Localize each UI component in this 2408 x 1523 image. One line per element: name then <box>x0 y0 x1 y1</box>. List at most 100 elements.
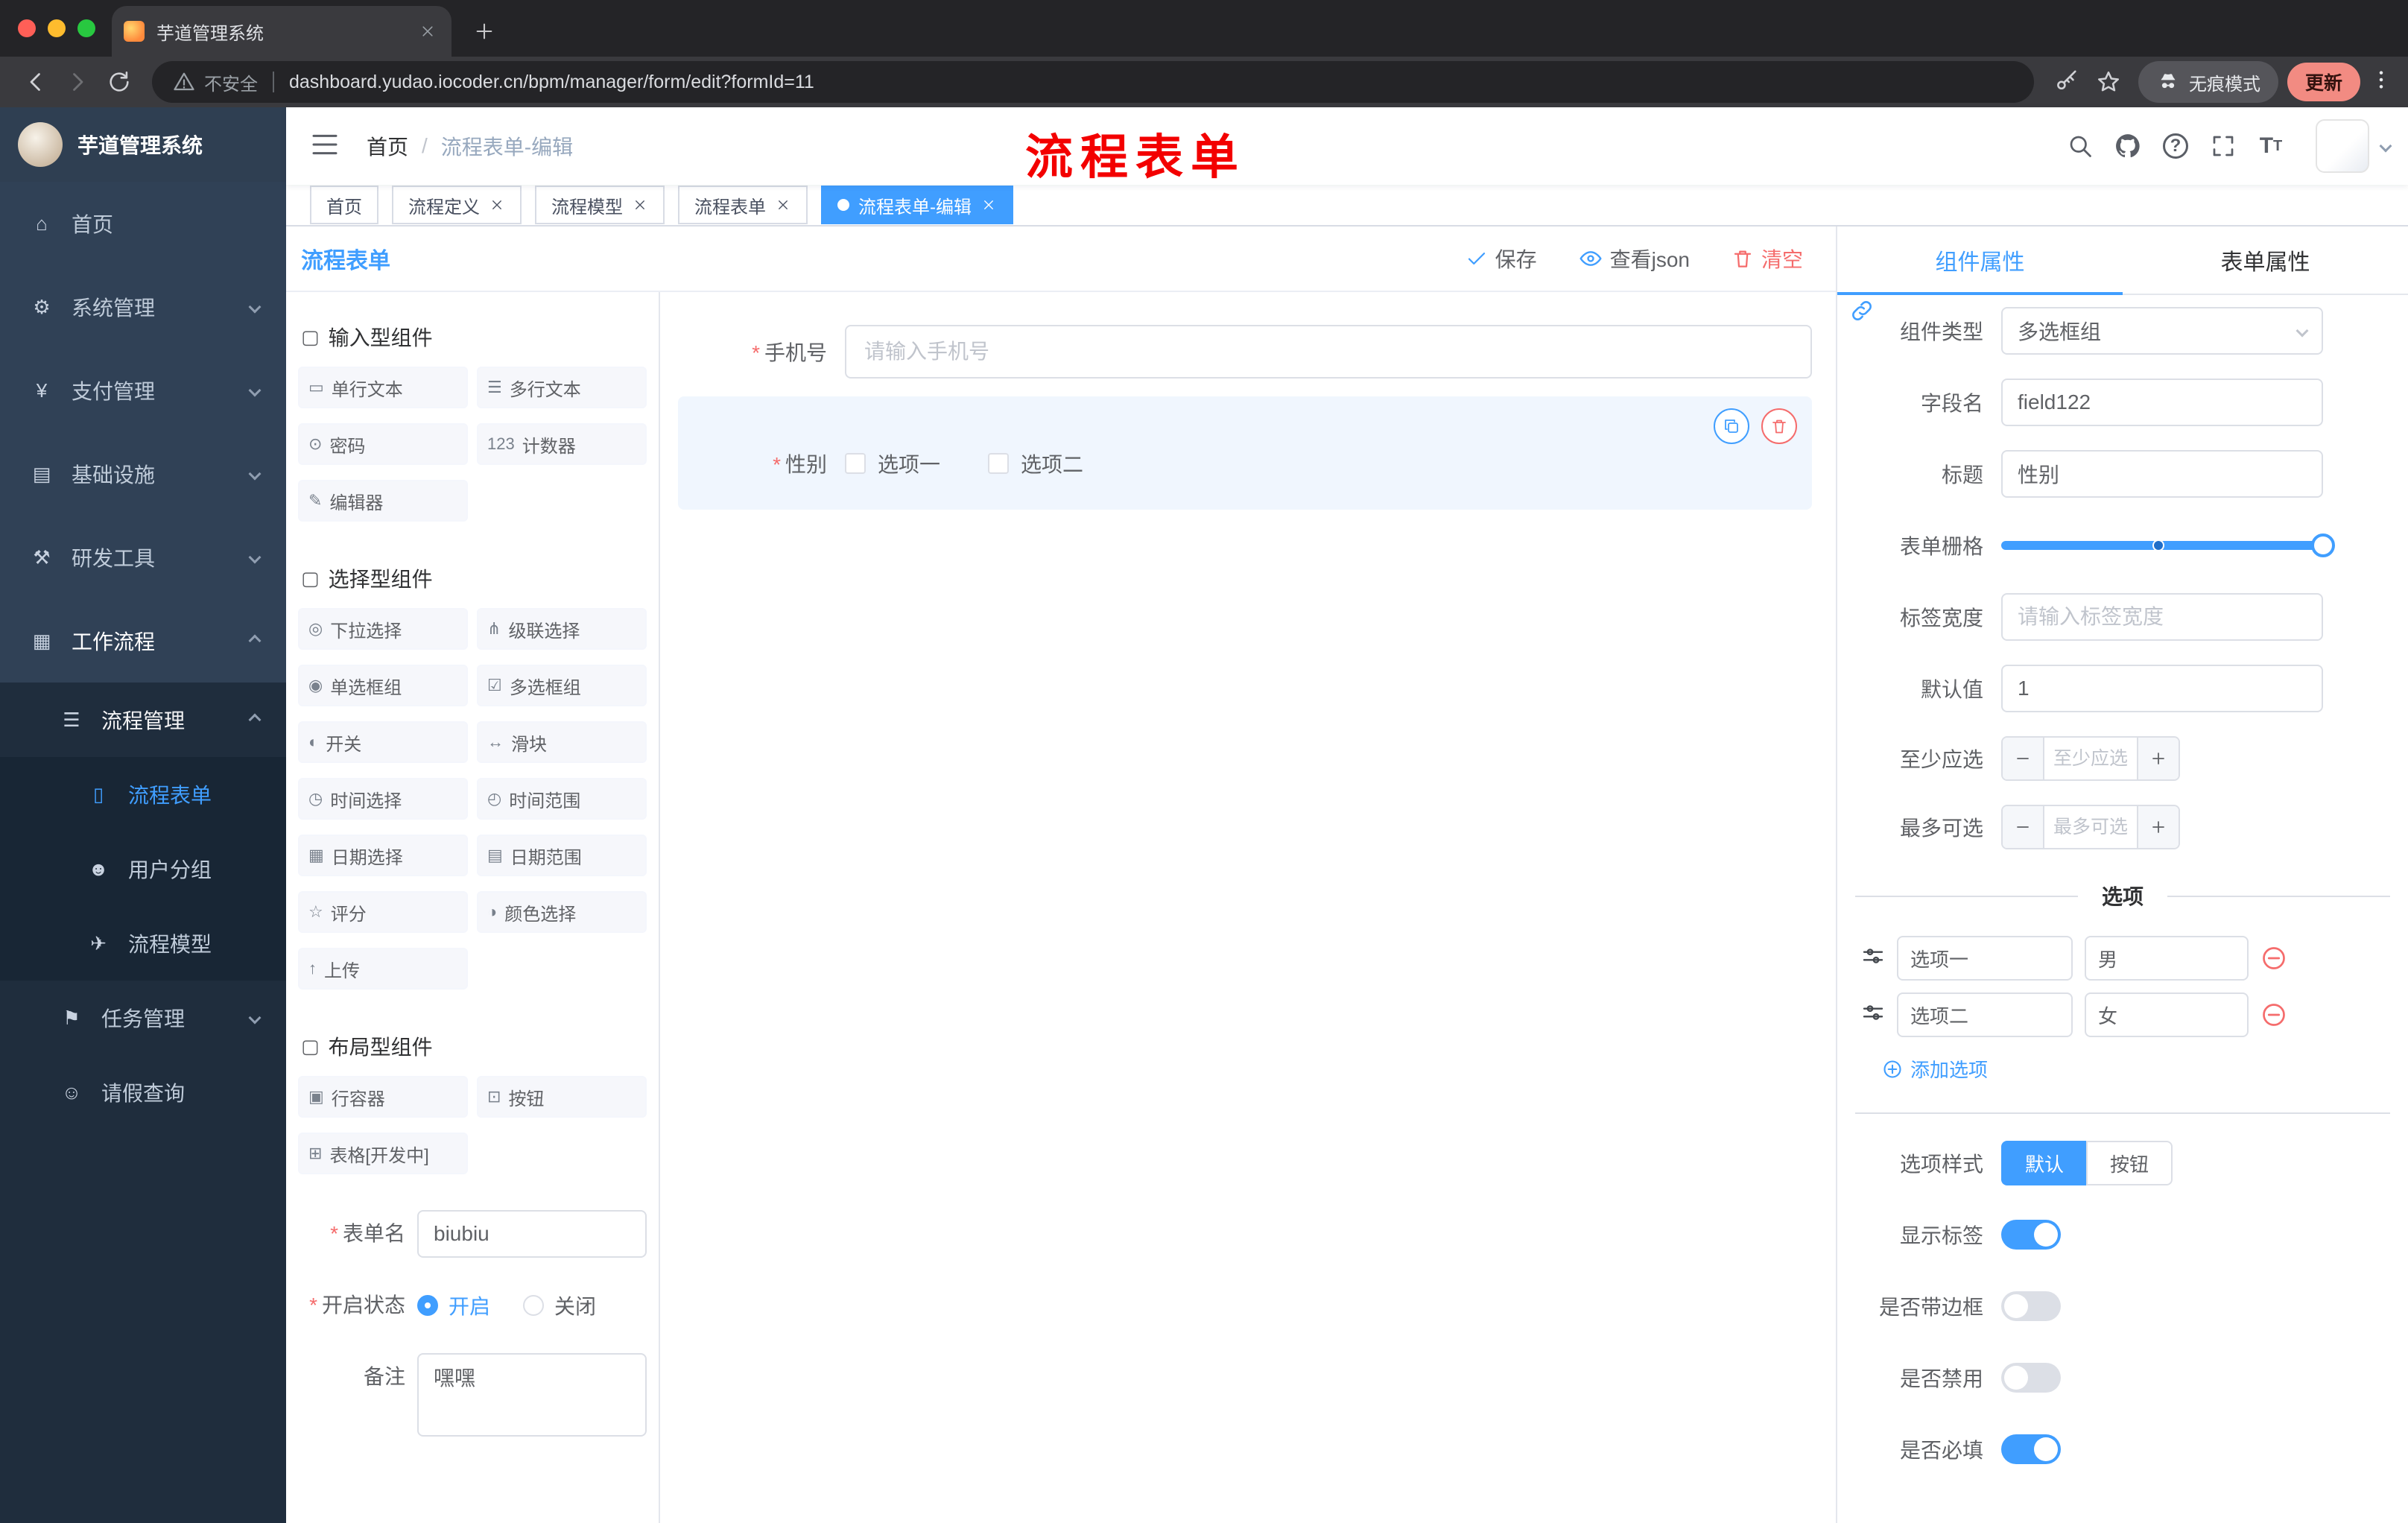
sidebar-collapse-icon[interactable] <box>310 130 343 162</box>
field-name-input[interactable] <box>2001 379 2323 426</box>
palette-item-time-range[interactable]: ◴ 时间范围 <box>477 778 647 820</box>
option-label-input[interactable] <box>1897 936 2073 981</box>
window-minimize-button[interactable] <box>48 19 66 37</box>
window-close-button[interactable] <box>18 19 36 37</box>
tag-close-icon[interactable] <box>775 197 791 213</box>
border-switch[interactable] <box>2001 1291 2061 1321</box>
sidebar-item-home[interactable]: ⌂ 首页 <box>0 182 286 265</box>
disabled-switch[interactable] <box>2001 1363 2061 1393</box>
tab-form-props[interactable]: 表单属性 <box>2123 227 2408 294</box>
reload-button[interactable] <box>98 61 140 103</box>
tag-process-form[interactable]: 流程表单 <box>678 186 808 224</box>
sidebar-item-devtools[interactable]: ⚒ 研发工具 <box>0 516 286 599</box>
palette-item-upload[interactable]: ↑ 上传 <box>298 948 468 990</box>
palette-item-password[interactable]: ⊙ 密码 <box>298 423 468 465</box>
drag-handle-icon[interactable] <box>1861 944 1885 973</box>
option-value-input[interactable] <box>2085 992 2249 1037</box>
remove-option-button[interactable] <box>2260 1001 2287 1028</box>
default-value-input[interactable] <box>2001 665 2323 712</box>
add-option-button[interactable]: 添加选项 <box>1882 1055 2408 1083</box>
gender-option2-checkbox[interactable]: 选项二 <box>988 449 1083 478</box>
doc-link-icon[interactable] <box>1849 298 1875 329</box>
max-select-input[interactable] <box>2044 806 2137 848</box>
palette-item-color-picker[interactable]: ◑ 颜色选择 <box>477 891 647 933</box>
sidebar-item-process-management[interactable]: ☰ 流程管理 <box>0 683 286 757</box>
sidebar-item-user-group[interactable]: ☻ 用户分组 <box>0 832 286 906</box>
style-button-button[interactable]: 按钮 <box>2086 1141 2173 1185</box>
copy-component-button[interactable] <box>1714 408 1749 444</box>
option-value-input[interactable] <box>2085 936 2249 981</box>
tag-close-icon[interactable] <box>632 197 648 213</box>
component-type-select[interactable]: 多选框组 <box>2001 307 2323 355</box>
palette-item-single-text[interactable]: ▭ 单行文本 <box>298 367 468 408</box>
delete-component-button[interactable] <box>1761 408 1797 444</box>
palette-item-radio-group[interactable]: ◉ 单选框组 <box>298 665 468 706</box>
palette-item-editor[interactable]: ✎ 编辑器 <box>298 480 468 522</box>
palette-item-button[interactable]: ⊡ 按钮 <box>477 1076 647 1118</box>
sidebar-item-leave-query[interactable]: ☺ 请假查询 <box>0 1055 286 1130</box>
palette-item-multi-text[interactable]: ☰ 多行文本 <box>477 367 647 408</box>
title-input[interactable] <box>2001 450 2323 498</box>
user-menu[interactable] <box>2316 119 2392 173</box>
palette-item-cascader[interactable]: ⋔ 级联选择 <box>477 608 647 650</box>
search-icon[interactable] <box>2056 122 2104 170</box>
status-off-radio[interactable]: 关闭 <box>523 1291 596 1320</box>
tag-process-definition[interactable]: 流程定义 <box>392 186 522 224</box>
canvas-field-phone[interactable]: 手机号 <box>678 325 1812 379</box>
sidebar-item-task-management[interactable]: ⚑ 任务管理 <box>0 981 286 1055</box>
gender-option1-checkbox[interactable]: 选项一 <box>845 449 940 478</box>
sidebar-item-process-model[interactable]: ✈ 流程模型 <box>0 906 286 981</box>
clear-button[interactable]: 清空 <box>1731 244 1803 273</box>
min-select-input[interactable] <box>2044 738 2137 779</box>
palette-item-row-container[interactable]: ▣ 行容器 <box>298 1076 468 1118</box>
slider-handle[interactable] <box>2311 533 2335 557</box>
phone-input[interactable] <box>845 325 1812 379</box>
tab-component-props[interactable]: 组件属性 <box>1837 227 2123 295</box>
sidebar-item-process-form[interactable]: ▯ 流程表单 <box>0 757 286 832</box>
palette-item-counter[interactable]: 123 计数器 <box>477 423 647 465</box>
palette-item-time-pic[interactable]: ◷ 时间选择 <box>298 778 468 820</box>
decrease-button[interactable] <box>2003 806 2044 848</box>
back-button[interactable] <box>15 61 57 103</box>
palette-item-select[interactable]: ◎ 下拉选择 <box>298 608 468 650</box>
label-width-input[interactable] <box>2001 593 2323 641</box>
password-key-icon[interactable] <box>2046 61 2088 103</box>
sidebar-item-system[interactable]: ⚙ 系统管理 <box>0 265 286 349</box>
sidebar-item-infrastructure[interactable]: ▤ 基础设施 <box>0 432 286 516</box>
address-bar[interactable]: 不安全 dashboard.yudao.iocoder.cn/bpm/manag… <box>152 61 2034 103</box>
breadcrumb-home[interactable]: 首页 <box>367 131 408 161</box>
palette-item-switch[interactable]: ◐ 开关 <box>298 721 468 763</box>
show-label-switch[interactable] <box>2001 1220 2061 1250</box>
status-on-radio[interactable]: 开启 <box>417 1291 490 1320</box>
forward-button[interactable] <box>57 61 98 103</box>
sidebar-item-payment[interactable]: ¥ 支付管理 <box>0 349 286 432</box>
browser-menu-icon[interactable] <box>2369 68 2393 97</box>
new-tab-button[interactable] <box>463 10 505 52</box>
update-button[interactable]: 更新 <box>2287 63 2360 101</box>
canvas-field-gender-selected[interactable]: 性别 选项一 选项二 <box>678 396 1812 510</box>
tag-home[interactable]: 首页 <box>310 186 378 224</box>
github-icon[interactable] <box>2104 122 2152 170</box>
form-grid-slider[interactable] <box>2001 533 2335 557</box>
required-switch[interactable] <box>2001 1434 2061 1464</box>
palette-item-rate[interactable]: ☆ 评分 <box>298 891 468 933</box>
palette-item-slider[interactable]: ↔ 滑块 <box>477 721 647 763</box>
fullscreen-icon[interactable] <box>2199 122 2247 170</box>
drag-handle-icon[interactable] <box>1861 1001 1885 1030</box>
palette-item-date-pic[interactable]: ▦ 日期选择 <box>298 835 468 876</box>
increase-button[interactable] <box>2137 806 2179 848</box>
window-zoom-button[interactable] <box>77 19 95 37</box>
help-icon[interactable]: ? <box>2152 122 2199 170</box>
sidebar-item-workflow[interactable]: ▦ 工作流程 <box>0 599 286 683</box>
remove-option-button[interactable] <box>2260 945 2287 972</box>
bookmark-star-icon[interactable] <box>2088 61 2129 103</box>
tag-close-icon[interactable] <box>489 197 505 213</box>
style-default-button[interactable]: 默认 <box>2001 1141 2087 1185</box>
form-name-input[interactable] <box>417 1210 647 1258</box>
tag-process-model[interactable]: 流程模型 <box>535 186 665 224</box>
tag-close-icon[interactable] <box>980 197 997 213</box>
palette-item-table[interactable]: ⊞ 表格[开发中] <box>298 1133 468 1174</box>
font-size-icon[interactable]: TT <box>2247 122 2295 170</box>
browser-tab[interactable]: 芋道管理系统 <box>112 6 452 57</box>
sidebar-logo[interactable]: 芋道管理系统 <box>0 107 286 182</box>
